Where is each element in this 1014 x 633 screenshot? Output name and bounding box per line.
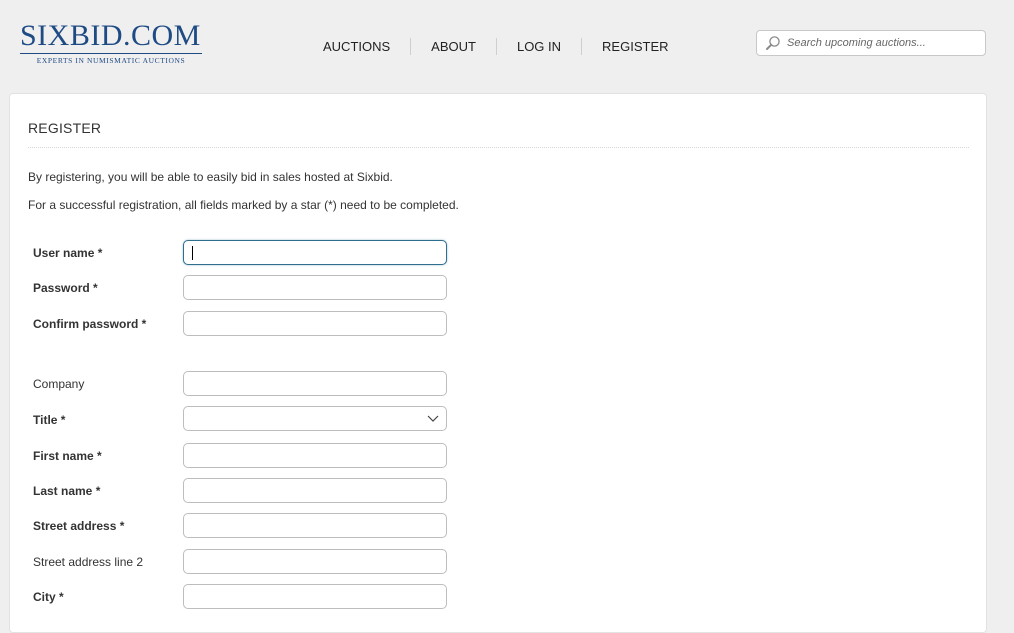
logo-wordmark: SIXBID.COM [20, 19, 201, 52]
last-name-input[interactable] [183, 478, 447, 503]
search-box [756, 30, 986, 56]
logo-underline [20, 53, 202, 54]
first-name-input[interactable] [183, 443, 447, 468]
password-input[interactable] [183, 275, 447, 300]
logo-tagline: Experts in numismatic auctions [36, 56, 186, 65]
city-input[interactable] [183, 584, 447, 609]
sixbid-logo[interactable]: SIXBID.COM Experts in numismatic auction… [20, 20, 202, 65]
intro-text-1: By registering, you will be able to easi… [28, 170, 393, 184]
title-label: Title * [33, 413, 66, 427]
search-input[interactable] [787, 37, 972, 49]
magnifier-icon[interactable] [765, 35, 781, 51]
street-address-label: Street address * [33, 519, 125, 533]
nav-about[interactable]: ABOUT [410, 38, 496, 55]
street-address-2-input[interactable] [183, 549, 447, 574]
first-name-label: First name * [33, 449, 102, 463]
chevron-down-icon [427, 415, 439, 422]
top-bar: SIXBID.COM Experts in numismatic auction… [0, 0, 1014, 92]
street-address-input[interactable] [183, 513, 447, 538]
company-input[interactable] [183, 371, 447, 396]
street-address-2-label: Street address line 2 [33, 555, 144, 569]
company-label: Company [33, 377, 85, 391]
nav-register[interactable]: REGISTER [581, 38, 688, 55]
last-name-label: Last name * [33, 484, 101, 498]
text-caret [192, 246, 193, 260]
password-label: Password * [33, 281, 98, 295]
page-title: REGISTER [28, 120, 102, 136]
intro-text-2: For a successful registration, all field… [28, 198, 459, 212]
user-name-label: User name * [33, 246, 103, 260]
title-select[interactable] [183, 406, 447, 431]
confirm-password-input[interactable] [183, 311, 447, 336]
title-divider [28, 147, 969, 148]
confirm-password-label: Confirm password * [33, 317, 147, 331]
user-name-input[interactable] [183, 240, 447, 265]
register-panel: REGISTER By registering, you will be abl… [9, 93, 987, 633]
nav-log-in[interactable]: LOG IN [495, 38, 581, 55]
city-label: City * [33, 590, 64, 604]
nav-auctions[interactable]: AUCTIONS [303, 38, 410, 55]
main-nav: AUCTIONS ABOUT LOG IN REGISTER [303, 38, 689, 55]
